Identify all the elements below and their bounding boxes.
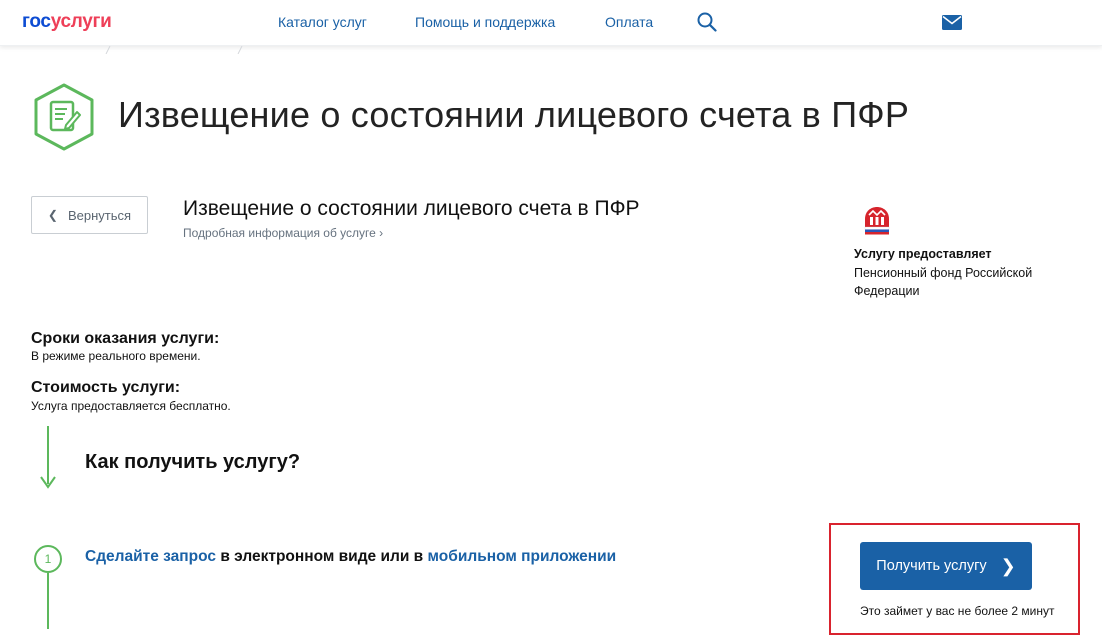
duration-value: В режиме реального времени. <box>31 349 201 363</box>
logo-part-gos: гос <box>22 11 51 32</box>
logo-part-uslugi: услуги <box>50 11 112 32</box>
duration-label: Сроки оказания услуги: <box>31 330 220 347</box>
cta-time-note: Это займет у вас не более 2 минут <box>860 604 1055 618</box>
step-number-badge: 1 <box>34 545 62 573</box>
get-service-button[interactable]: Получить услугу ❯ <box>860 542 1032 590</box>
nav-help-link[interactable]: Помощь и поддержка <box>415 14 555 30</box>
cost-value: Услуга предоставляется бесплатно. <box>31 399 231 413</box>
chevron-right-icon: ❯ <box>1000 556 1016 576</box>
nav-catalog-link[interactable]: Каталог услуг <box>278 14 367 30</box>
back-button[interactable]: ❮ Вернуться <box>31 196 148 234</box>
service-title: Извещение о состоянии лицевого счета в П… <box>183 197 640 220</box>
provider-name: Пенсионный фонд Российской Федерации <box>854 266 1033 298</box>
page-title: Извещение о состоянии лицевого счета в П… <box>118 94 910 135</box>
document-edit-icon <box>34 83 94 151</box>
step-text-middle: в электронном виде или в <box>216 548 428 565</box>
service-info-link[interactable]: Подробная информация об услуге › <box>183 226 383 240</box>
chevron-right-icon: › <box>379 226 384 240</box>
breadcrumb-divider <box>105 46 243 54</box>
provider-label: Услугу предоставляет <box>854 247 992 261</box>
search-icon[interactable] <box>697 12 717 32</box>
cost-label: Стоимость услуги: <box>31 379 181 396</box>
nav-payment-link[interactable]: Оплата <box>605 14 653 30</box>
back-button-label: Вернуться <box>67 207 132 223</box>
request-link[interactable]: Сделайте запрос <box>85 548 216 565</box>
get-service-label: Получить услугу <box>876 558 987 574</box>
chevron-left-icon: ❮ <box>47 208 58 222</box>
step-text: Сделайте запрос в электронном виде или в… <box>85 548 616 566</box>
pfr-logo-icon <box>864 207 890 235</box>
mail-icon[interactable] <box>942 15 962 30</box>
top-header: госуслуги Каталог услуг Помощь и поддерж… <box>0 0 1102 46</box>
gosuslugi-logo[interactable]: госуслуги <box>22 11 112 33</box>
how-to-title: Как получить услугу? <box>85 451 301 473</box>
arrow-down-icon <box>40 476 56 489</box>
service-info-label: Подробная информация об услуге <box>183 226 376 240</box>
mobile-app-link[interactable]: мобильном приложении <box>428 548 617 565</box>
step-line <box>47 573 49 629</box>
